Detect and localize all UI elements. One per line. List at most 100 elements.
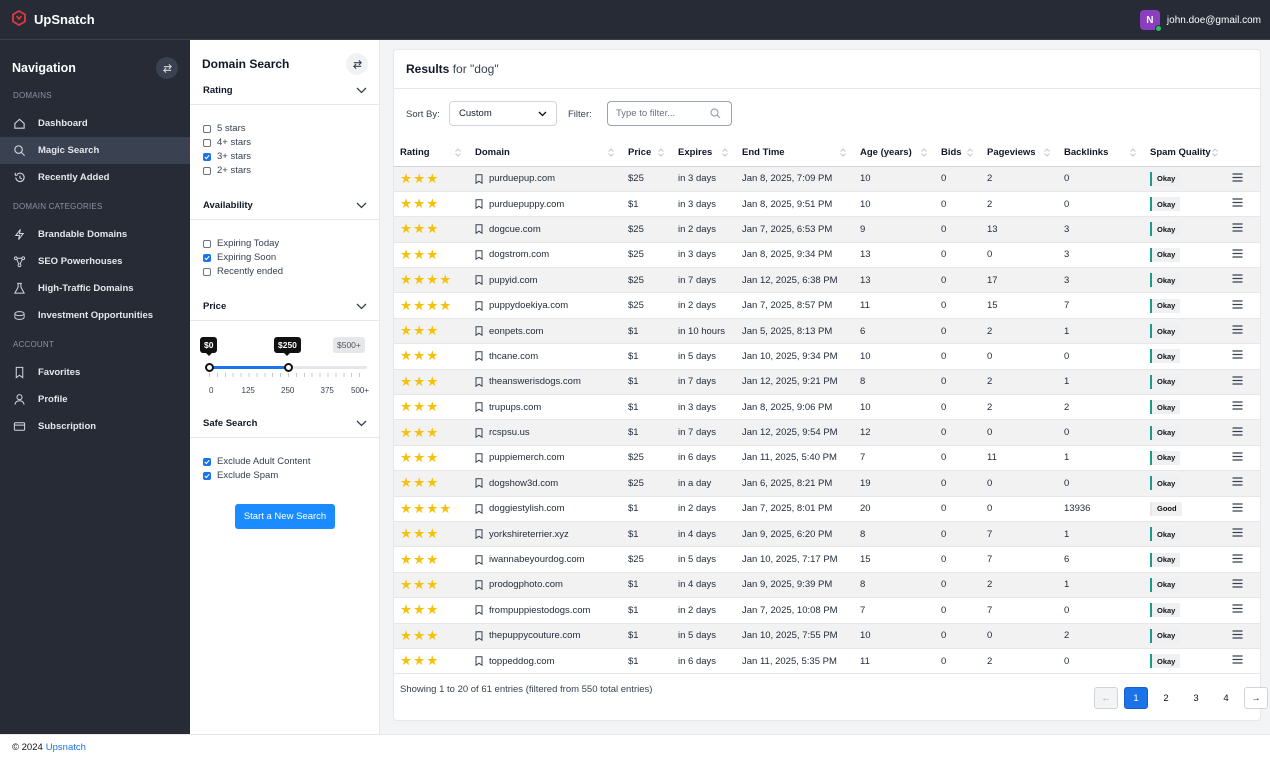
row-menu-cell[interactable] [1226,521,1260,548]
option-4-stars[interactable]: 4+ stars [203,137,251,148]
table-row[interactable]: ★★★ iwannabeyourdog.com $25 in 5 days Ja… [394,546,1260,573]
unchecked-checkbox[interactable] [203,138,211,147]
sidebar-item-magic-search[interactable]: Magic Search [0,137,190,164]
column-header-bids[interactable]: Bids [935,140,981,167]
user-menu[interactable]: N john.doe@gmail.com [1139,10,1261,32]
page-button-4[interactable]: 4 [1214,687,1238,709]
page-button-2[interactable]: 2 [1154,687,1178,709]
domain-name[interactable]: purduepup.com [489,173,555,184]
sidebar-item-dashboard[interactable]: Dashboard [0,110,190,137]
option-2-stars[interactable]: 2+ stars [203,165,251,176]
domain-cell[interactable]: yorkshireterrier.xyz [469,521,622,548]
row-menu-button[interactable] [1232,579,1243,591]
row-menu-cell[interactable] [1226,445,1260,472]
domain-name[interactable]: thcane.com [489,351,538,362]
domain-cell[interactable]: puppiemerch.com [469,445,622,472]
rating-section-header[interactable]: Rating [190,77,380,105]
table-row[interactable]: ★★★ dogshow3d.com $25 in a day Jan 6, 20… [394,470,1260,497]
sidebar-item-subscription[interactable]: Subscription [0,413,190,440]
table-row[interactable]: ★★★ rcspsu.us $1 in 7 days Jan 12, 2025,… [394,419,1260,446]
table-row[interactable]: ★★★ thepuppycouture.com $1 in 5 days Jan… [394,623,1260,649]
option-3-stars[interactable]: 3+ stars [203,151,251,162]
checked-checkbox[interactable] [203,457,211,466]
row-menu-cell[interactable] [1226,623,1260,649]
column-header-price[interactable]: Price [622,140,672,167]
row-menu-cell[interactable] [1226,546,1260,573]
column-header-backlinks[interactable]: Backlinks [1058,140,1144,167]
domain-name[interactable]: purduepuppy.com [489,199,564,210]
row-menu-cell[interactable] [1226,166,1260,192]
column-header-pageviews[interactable]: Pageviews [981,140,1058,167]
table-row[interactable]: ★★★ frompuppiestodogs.com $1 in 2 days J… [394,597,1260,624]
row-menu-button[interactable] [1232,223,1243,235]
sidebar-item-favorites[interactable]: Favorites [0,359,190,386]
row-menu-button[interactable] [1232,655,1243,667]
row-menu-cell[interactable] [1226,369,1260,396]
domain-cell[interactable]: trupups.com [469,394,622,421]
row-menu-cell[interactable] [1226,470,1260,497]
row-menu-cell[interactable] [1226,191,1260,218]
table-row[interactable]: ★★★ purduepuppy.com $1 in 3 days Jan 8, … [394,191,1260,218]
option-5-stars[interactable]: 5 stars [203,123,246,134]
checked-checkbox[interactable] [203,253,211,262]
domain-name[interactable]: dogcue.com [489,224,541,235]
row-menu-button[interactable] [1232,503,1243,515]
domain-name[interactable]: puppydoekiya.com [489,300,568,311]
domain-name[interactable]: eonpets.com [489,326,543,337]
domain-name[interactable]: trupups.com [489,402,541,413]
domain-cell[interactable]: dogshow3d.com [469,470,622,497]
row-menu-cell[interactable] [1226,419,1260,446]
row-menu-cell[interactable] [1226,267,1260,294]
row-menu-button[interactable] [1232,300,1243,312]
domain-name[interactable]: rcspsu.us [489,427,530,438]
table-row[interactable]: ★★★★ doggiestylish.com $1 in 2 days Jan … [394,496,1260,522]
domain-name[interactable]: frompuppiestodogs.com [489,605,590,616]
row-menu-button[interactable] [1232,604,1243,616]
sidebar-item-high-traffic-domains[interactable]: High-Traffic Domains [0,275,190,302]
unchecked-checkbox[interactable] [203,166,211,175]
row-menu-cell[interactable] [1226,292,1260,319]
row-menu-button[interactable] [1232,477,1243,489]
domain-cell[interactable]: toppeddog.com [469,648,622,675]
column-header-age-years-[interactable]: Age (years) [854,140,935,167]
domain-cell[interactable]: pupyid.com [469,267,622,294]
unchecked-checkbox[interactable] [203,124,211,133]
domain-cell[interactable]: dogcue.com [469,216,622,243]
domain-cell[interactable]: purduepup.com [469,166,622,192]
option-exclude-spam[interactable]: Exclude Spam [203,470,278,481]
row-menu-cell[interactable] [1226,343,1260,370]
sidebar-item-profile[interactable]: Profile [0,386,190,413]
collapse-filters-button[interactable] [346,53,368,75]
next-page-button[interactable]: → [1244,687,1268,709]
brand[interactable]: UpSnatch [12,9,95,29]
row-menu-button[interactable] [1232,553,1243,566]
domain-cell[interactable]: theanswerisdogs.com [469,369,622,396]
table-row[interactable]: ★★★ dogcue.com $25 in 2 days Jan 7, 2025… [394,216,1260,243]
row-menu-button[interactable] [1232,325,1243,337]
price-max-handle[interactable] [283,363,293,372]
table-row[interactable]: ★★★★ puppydoekiya.com $25 in 2 days Jan … [394,292,1260,319]
price-slider-track[interactable] [204,363,367,372]
row-menu-button[interactable] [1232,452,1243,464]
page-button-1[interactable]: 1 [1124,687,1148,709]
table-row[interactable]: ★★★ puppiemerch.com $25 in 6 days Jan 11… [394,445,1260,472]
domain-name[interactable]: iwannabeyourdog.com [489,554,585,565]
column-header-spam-quality[interactable]: Spam Quality [1144,140,1226,167]
table-row[interactable]: ★★★ dogstrom.com $25 in 3 days Jan 8, 20… [394,242,1260,269]
table-row[interactable]: ★★★ prodogphoto.com $1 in 4 days Jan 9, … [394,572,1260,599]
row-menu-button[interactable] [1232,528,1243,540]
prev-page-button[interactable]: ← [1094,687,1118,709]
table-row[interactable]: ★★★ yorkshireterrier.xyz $1 in 4 days Ja… [394,521,1260,548]
option-expiring-soon[interactable]: Expiring Soon [203,252,276,263]
column-header-expires[interactable]: Expires [672,140,736,167]
domain-name[interactable]: theanswerisdogs.com [489,376,581,387]
domain-cell[interactable]: frompuppiestodogs.com [469,597,622,624]
column-header-end-time[interactable]: End Time [736,140,854,167]
domain-cell[interactable]: iwannabeyourdog.com [469,546,622,573]
page-button-3[interactable]: 3 [1184,687,1208,709]
domain-name[interactable]: thepuppycouture.com [489,630,580,641]
safe-search-section-header[interactable]: Safe Search [190,410,380,438]
price-min-handle[interactable] [204,363,214,372]
domain-cell[interactable]: puppydoekiya.com [469,292,622,319]
option-exclude-adult-content[interactable]: Exclude Adult Content [203,456,310,467]
